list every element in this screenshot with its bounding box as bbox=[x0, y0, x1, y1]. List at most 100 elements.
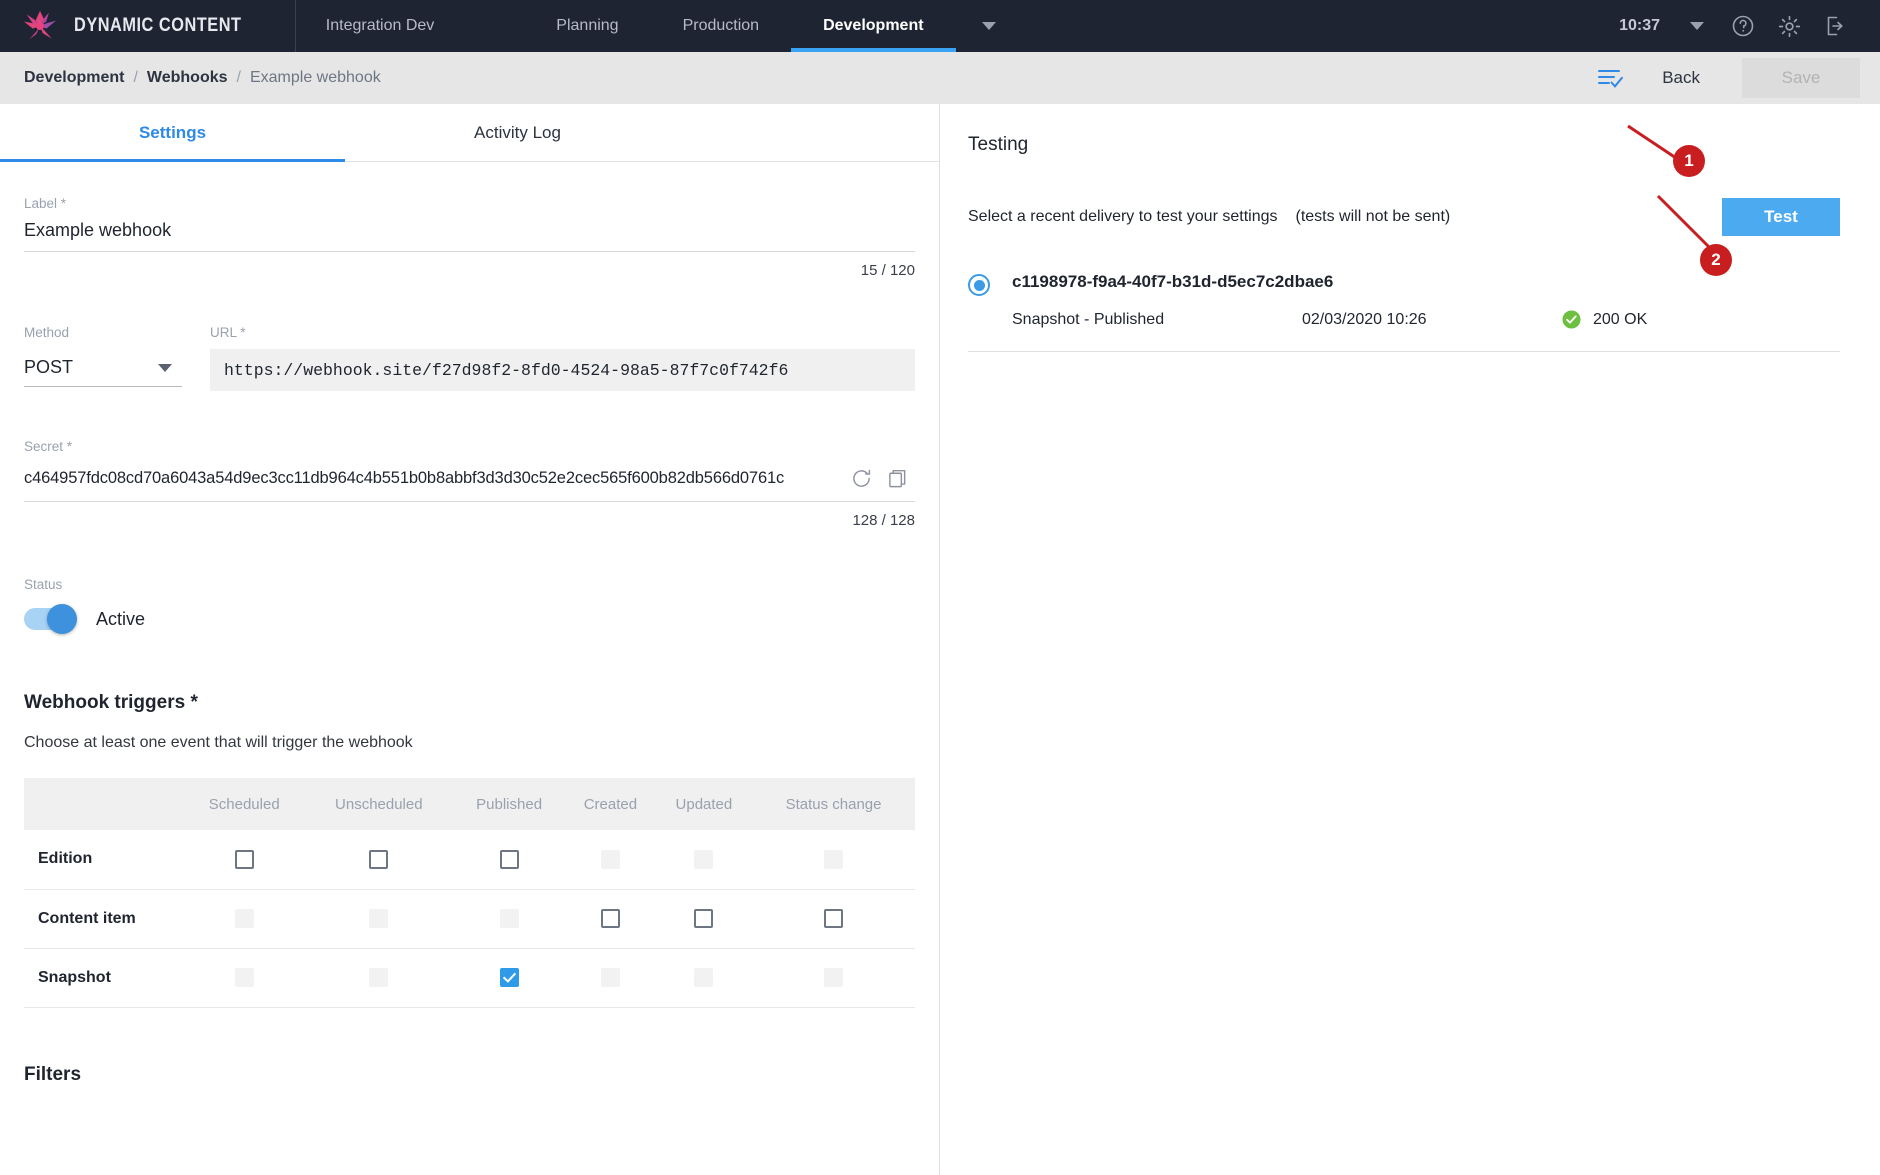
trigger-cell bbox=[184, 948, 305, 1008]
help-icon[interactable] bbox=[1720, 0, 1766, 52]
status-field-group: Status Active bbox=[24, 577, 915, 634]
triggers-table: Scheduled Unscheduled Published Created … bbox=[24, 778, 915, 1008]
filters-title: Filters bbox=[24, 1063, 82, 1085]
secret-char-counter: 128 / 128 bbox=[852, 512, 915, 529]
refresh-icon[interactable] bbox=[843, 463, 879, 493]
filters-help-text bbox=[24, 1106, 915, 1116]
breadcrumb-item-webhooks[interactable]: Webhooks bbox=[147, 69, 228, 87]
triggers-header-row: Scheduled Unscheduled Published Created … bbox=[24, 778, 915, 830]
breadcrumb-item-current: Example webhook bbox=[249, 69, 381, 86]
testing-pane: Testing Select a recent delivery to test… bbox=[940, 104, 1880, 1175]
callout-1: 1 bbox=[1673, 145, 1705, 177]
save-button[interactable]: Save bbox=[1742, 58, 1860, 98]
trigger-checkbox-snapshot-created bbox=[600, 968, 620, 987]
clock: 10:37 bbox=[1619, 17, 1660, 34]
trigger-row-label: Snapshot bbox=[24, 948, 184, 1008]
back-button[interactable]: Back bbox=[1634, 58, 1728, 98]
status-field-label: Status bbox=[24, 577, 63, 592]
settings-pane: Settings Activity Log Label * Example we… bbox=[0, 104, 940, 1175]
nav-tab-development[interactable]: Development bbox=[791, 0, 957, 52]
trigger-cell bbox=[655, 948, 753, 1008]
hub-name[interactable]: Integration Dev bbox=[296, 17, 465, 35]
nav-tab-planning[interactable]: Planning bbox=[524, 0, 650, 52]
delivery-body: c1198978-f9a4-40f7-b31d-d5ec7c2dbae6 Sna… bbox=[1012, 272, 1840, 329]
label-char-counter: 15 / 120 bbox=[860, 262, 915, 279]
settings-tabs: Settings Activity Log bbox=[0, 104, 939, 162]
breadcrumb: Development / Webhooks / Example webhook bbox=[24, 69, 381, 87]
table-row: Edition bbox=[24, 830, 915, 890]
tab-settings[interactable]: Settings bbox=[0, 104, 345, 162]
toggle-knob bbox=[47, 604, 77, 634]
trigger-cell bbox=[752, 889, 915, 949]
triggers-header-updated: Updated bbox=[655, 778, 753, 830]
trigger-cell bbox=[184, 830, 305, 890]
tab-activity-log[interactable]: Activity Log bbox=[345, 104, 690, 161]
primary-nav-tabs: Planning Production Development bbox=[524, 0, 996, 52]
brand-block[interactable]: DYNAMIC CONTENT bbox=[0, 0, 296, 52]
delivery-date: 02/03/2020 10:26 bbox=[1302, 310, 1427, 328]
trigger-cell bbox=[565, 830, 656, 890]
trigger-cell bbox=[565, 889, 656, 949]
triggers-title: Webhook triggers * bbox=[24, 692, 198, 713]
trigger-checkbox-snapshot-updated bbox=[694, 968, 714, 987]
triggers-header-published: Published bbox=[453, 778, 566, 830]
copy-icon[interactable] bbox=[879, 463, 915, 493]
secret-input[interactable]: c464957fdc08cd70a6043a54d9ec3cc11db964c4… bbox=[24, 469, 843, 488]
trigger-checkbox-content-item-created[interactable] bbox=[600, 909, 620, 928]
breadcrumb-separator: / bbox=[236, 69, 241, 86]
chevron-down-icon bbox=[158, 363, 172, 372]
delivery-meta-row: Snapshot - Published 02/03/2020 10:26 20… bbox=[1012, 310, 1840, 329]
trigger-checkbox-content-item-unscheduled bbox=[369, 909, 389, 928]
top-navigation-bar: DYNAMIC CONTENT Integration Dev Planning… bbox=[0, 0, 1880, 52]
dynamic-content-logo-icon bbox=[23, 10, 57, 40]
trigger-checkbox-edition-scheduled[interactable] bbox=[234, 849, 254, 869]
status-toggle[interactable] bbox=[24, 604, 77, 634]
filters-section: Filters bbox=[24, 1064, 915, 1116]
label-field-label: Label * bbox=[24, 196, 67, 211]
url-field-label: URL * bbox=[210, 325, 246, 340]
trigger-row-label: Content item bbox=[24, 889, 184, 949]
triggers-help-text: Choose at least one event that will trig… bbox=[24, 734, 413, 751]
trigger-cell bbox=[752, 830, 915, 890]
label-input[interactable]: Example webhook bbox=[24, 220, 915, 252]
gear-icon[interactable] bbox=[1766, 0, 1812, 52]
callout-2: 2 bbox=[1700, 244, 1732, 276]
trigger-checkbox-snapshot-status-change bbox=[824, 968, 844, 987]
triggers-header-scheduled: Scheduled bbox=[184, 778, 305, 830]
webhook-form: Label * Example webhook 15 / 120 Method … bbox=[0, 196, 939, 1116]
trigger-cell bbox=[453, 948, 566, 1008]
top-nav-right-group: 10:37 bbox=[1605, 0, 1880, 52]
clock-caret-down-icon[interactable] bbox=[1674, 0, 1720, 52]
method-select[interactable]: POST bbox=[24, 349, 182, 387]
secret-field-group: Secret * c464957fdc08cd70a6043a54d9ec3cc… bbox=[24, 439, 915, 529]
trigger-cell bbox=[304, 830, 454, 890]
testing-title: Testing bbox=[968, 134, 1029, 155]
trigger-checkbox-edition-unscheduled[interactable] bbox=[369, 849, 389, 869]
trigger-checkbox-content-item-status-change[interactable] bbox=[824, 909, 844, 928]
trigger-checkbox-edition-created bbox=[600, 849, 620, 869]
url-field-group: URL * https://webhook.site/f27d98f2-8fd0… bbox=[210, 325, 915, 391]
trigger-checkbox-edition-published[interactable] bbox=[499, 849, 519, 869]
delivery-type: Snapshot - Published bbox=[1012, 310, 1165, 328]
delivery-status: 200 OK bbox=[1562, 310, 1647, 329]
trigger-cell bbox=[752, 948, 915, 1008]
nav-caret-down-icon[interactable] bbox=[981, 22, 996, 30]
nav-tab-production[interactable]: Production bbox=[651, 0, 792, 52]
delivery-list-item[interactable]: c1198978-f9a4-40f7-b31d-d5ec7c2dbae6 Sna… bbox=[968, 272, 1840, 352]
url-input[interactable]: https://webhook.site/f27d98f2-8fd0-4524-… bbox=[210, 349, 915, 391]
status-toggle-row: Active bbox=[24, 604, 915, 634]
label-field-group: Label * Example webhook 15 / 120 bbox=[24, 196, 915, 279]
workspace: Settings Activity Log Label * Example we… bbox=[0, 104, 1880, 1175]
delivery-radio[interactable] bbox=[968, 274, 990, 296]
trigger-cell bbox=[655, 889, 753, 949]
secret-field-label: Secret * bbox=[24, 439, 73, 454]
trigger-checkbox-snapshot-published[interactable] bbox=[499, 968, 519, 987]
logout-icon[interactable] bbox=[1812, 0, 1858, 52]
triggers-header-blank bbox=[24, 778, 184, 830]
breadcrumb-item-development[interactable]: Development bbox=[24, 69, 124, 87]
testing-note: (tests will not be sent) bbox=[1295, 208, 1451, 225]
trigger-checkbox-content-item-updated[interactable] bbox=[694, 909, 714, 928]
trigger-cell bbox=[184, 889, 305, 949]
trigger-cell bbox=[453, 889, 566, 949]
brand-name: DYNAMIC CONTENT bbox=[74, 15, 242, 36]
